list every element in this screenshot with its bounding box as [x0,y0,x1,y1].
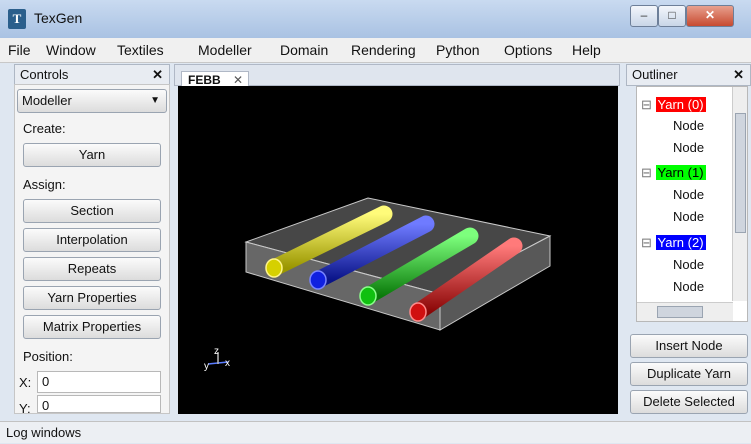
menu-modeller[interactable]: Modeller [198,42,252,58]
window-title: TexGen [34,10,83,26]
section-button[interactable]: Section [23,199,161,223]
tree-node[interactable]: Node [673,187,704,202]
title-bar: T TexGen – □ ✕ [0,0,751,38]
matrix-properties-button[interactable]: Matrix Properties [23,315,161,339]
scrollbar-thumb[interactable] [735,113,746,233]
axis-gizmo-icon: z x y [204,346,230,372]
outliner-horizontal-scrollbar[interactable] [637,302,733,321]
menu-domain[interactable]: Domain [280,42,328,58]
insert-node-button[interactable]: Insert Node [630,334,748,358]
menu-bar: File Window Textiles Modeller Domain Ren… [0,38,751,63]
minimize-button[interactable]: – [630,5,658,27]
menu-textiles[interactable]: Textiles [117,42,164,58]
menu-help[interactable]: Help [572,42,601,58]
menu-python[interactable]: Python [436,42,480,58]
outliner-panel-header: Outliner ✕ [626,64,751,86]
interpolation-button[interactable]: Interpolation [23,228,161,252]
x-position-input[interactable]: 0 [37,371,161,393]
controls-title: Controls [20,67,69,82]
tree-node[interactable]: Node [673,209,704,224]
menu-options[interactable]: Options [504,42,552,58]
create-label: Create: [23,121,66,136]
controls-panel: Modeller ▼ Create: Yarn Assign: Section … [14,84,170,416]
x-label: X: [19,375,32,390]
y-position-input[interactable]: 0 [37,395,161,413]
menu-file[interactable]: File [8,42,31,58]
maximize-button[interactable]: □ [658,5,686,27]
tree-item-yarn-0[interactable]: ⊟ Yarn (0) [641,97,706,113]
repeats-button[interactable]: Repeats [23,257,161,281]
duplicate-yarn-button[interactable]: Duplicate Yarn [630,362,748,386]
position-label: Position: [23,349,73,364]
texgen-app-icon: T [8,9,26,29]
controls-panel-header: Controls ✕ [14,64,170,86]
outliner-close-icon[interactable]: ✕ [733,65,744,85]
y-label: Y: [19,401,31,416]
outliner-tree[interactable]: ⊟ Yarn (0) Node Node ⊟ Yarn (1) Node Nod… [636,86,748,322]
render-viewport[interactable]: z x y [178,86,618,414]
log-windows-bar[interactable]: Log windows [0,421,751,443]
assign-label: Assign: [23,177,66,192]
tree-node[interactable]: Node [673,279,704,294]
tree-node[interactable]: Node [673,118,704,133]
tree-item-yarn-1[interactable]: ⊟ Yarn (1) [641,165,706,181]
controls-close-icon[interactable]: ✕ [152,65,163,85]
delete-selected-button[interactable]: Delete Selected [630,390,748,414]
yarn-properties-button[interactable]: Yarn Properties [23,286,161,310]
menu-window[interactable]: Window [46,42,96,58]
outliner-vertical-scrollbar[interactable] [732,87,747,301]
textile-model-render: z x y [204,197,552,372]
close-window-button[interactable]: ✕ [686,5,734,27]
mode-select[interactable]: Modeller ▼ [17,89,167,113]
yarn-button[interactable]: Yarn [23,143,161,167]
document-tab-bar: FEBB ✕ [174,64,620,89]
svg-text:z: z [214,346,219,357]
tree-item-yarn-2[interactable]: ⊟ Yarn (2) [641,235,706,251]
chevron-down-icon: ▼ [150,95,160,106]
menu-rendering[interactable]: Rendering [351,42,416,58]
outliner-title: Outliner [632,67,678,82]
scrollbar-thumb[interactable] [657,306,703,318]
svg-text:x: x [225,358,230,369]
svg-text:y: y [204,361,209,372]
tree-node[interactable]: Node [673,257,704,272]
tree-node[interactable]: Node [673,140,704,155]
